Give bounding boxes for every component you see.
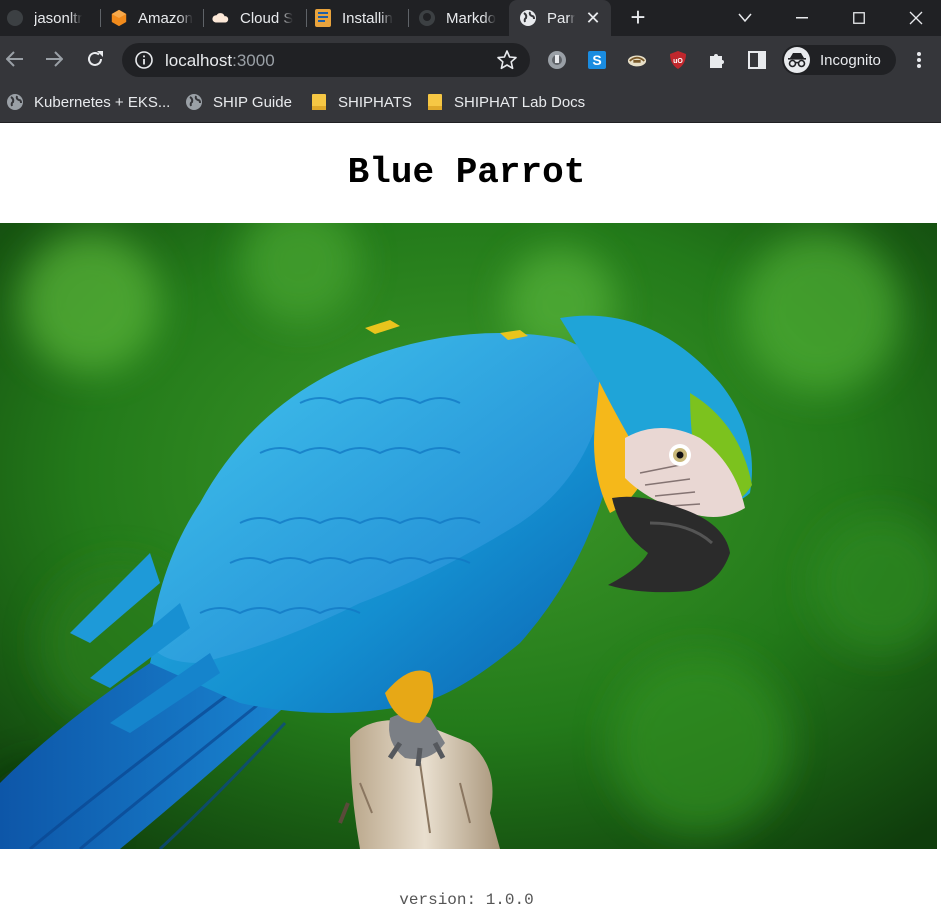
maximize-button[interactable] — [836, 0, 882, 36]
bookmark-star-icon[interactable] — [496, 49, 518, 71]
url-text: localhost:3000 — [165, 51, 275, 71]
close-window-button[interactable] — [893, 0, 939, 36]
minimize-button[interactable] — [779, 0, 825, 36]
tab-amazon[interactable]: Amazon — [110, 0, 200, 36]
bookmark-kubernetes[interactable]: Kubernetes + EKS... — [6, 92, 170, 112]
tab-jasonltr[interactable]: jasonltr — [6, 0, 94, 36]
bookmark-label: SHIPHAT Lab Docs — [454, 93, 586, 111]
tab-label: Markdo — [446, 9, 497, 27]
more-menu-icon[interactable] — [909, 49, 929, 71]
ublock-origin-icon[interactable]: uO — [668, 50, 688, 70]
tab-parrot[interactable]: Parr ✕ — [509, 0, 611, 36]
docs-icon — [314, 9, 332, 27]
svg-text:uO: uO — [673, 58, 683, 65]
tab-separator — [408, 9, 409, 27]
cloud-icon — [212, 9, 230, 27]
new-tab-button[interactable]: + — [624, 4, 652, 32]
globe-icon — [519, 9, 537, 27]
folder-icon — [426, 93, 444, 111]
bookmark-shiphat-lab-docs[interactable]: SHIPHAT Lab Docs — [426, 92, 585, 112]
bookmark-ship-guide[interactable]: SHIP Guide — [185, 92, 292, 112]
version-text: version: 1.0.0 — [399, 891, 534, 909]
aws-icon — [110, 9, 128, 27]
reload-button[interactable] — [80, 44, 110, 74]
folder-icon — [310, 93, 328, 111]
profile-label: Incognito — [820, 51, 881, 69]
github-icon — [6, 9, 24, 27]
tab-label: Installin — [342, 9, 393, 27]
tab-search-icon[interactable] — [722, 0, 768, 36]
tab-separator — [203, 9, 204, 27]
side-panel-icon[interactable] — [747, 50, 767, 70]
bookmark-label: Kubernetes + EKS... — [34, 93, 171, 111]
tab-label: Parr — [547, 9, 576, 27]
parrot-image — [0, 223, 937, 849]
extension-helmet-icon[interactable] — [627, 50, 647, 70]
globe-icon — [6, 93, 24, 111]
browser-toolbar: localhost:3000 S uO Incognito — [0, 36, 941, 84]
globe-icon — [185, 93, 203, 111]
back-button[interactable] — [0, 44, 30, 74]
tab-label: Amazon — [138, 9, 194, 27]
extension-s-icon[interactable]: S — [587, 50, 607, 70]
page-body: Blue Parrot version: 1.0.0 — [0, 124, 941, 916]
extension-monitor-icon[interactable] — [547, 50, 567, 70]
tab-label: jasonltr — [34, 9, 83, 27]
tab-label: Cloud S — [240, 9, 294, 27]
address-bar[interactable]: localhost:3000 — [122, 43, 530, 77]
tab-markdown[interactable]: Markdo — [418, 0, 504, 36]
site-info-icon[interactable] — [134, 50, 154, 70]
svg-text:S: S — [592, 52, 601, 68]
page-title: Blue Parrot — [347, 152, 586, 193]
url-port: :3000 — [232, 51, 275, 70]
tab-cloud[interactable]: Cloud S — [212, 0, 302, 36]
close-tab-icon[interactable]: ✕ — [583, 8, 603, 28]
github-icon — [418, 9, 436, 27]
tab-separator — [100, 9, 101, 27]
tab-strip: jasonltr Amazon Cloud S Installin Markdo… — [0, 0, 941, 36]
incognito-icon — [784, 47, 810, 73]
bookmarks-bar: Kubernetes + EKS... SHIP Guide SHIPHATS … — [0, 84, 941, 123]
forward-button[interactable] — [39, 44, 69, 74]
bookmark-label: SHIP Guide — [213, 93, 292, 111]
bookmark-shiphats[interactable]: SHIPHATS — [310, 92, 412, 112]
url-host: localhost — [165, 51, 233, 70]
incognito-profile-button[interactable]: Incognito — [782, 45, 896, 75]
extensions-puzzle-icon[interactable] — [707, 50, 727, 70]
bookmark-label: SHIPHATS — [338, 93, 412, 111]
tab-separator — [306, 9, 307, 27]
tab-installing[interactable]: Installin — [314, 0, 404, 36]
